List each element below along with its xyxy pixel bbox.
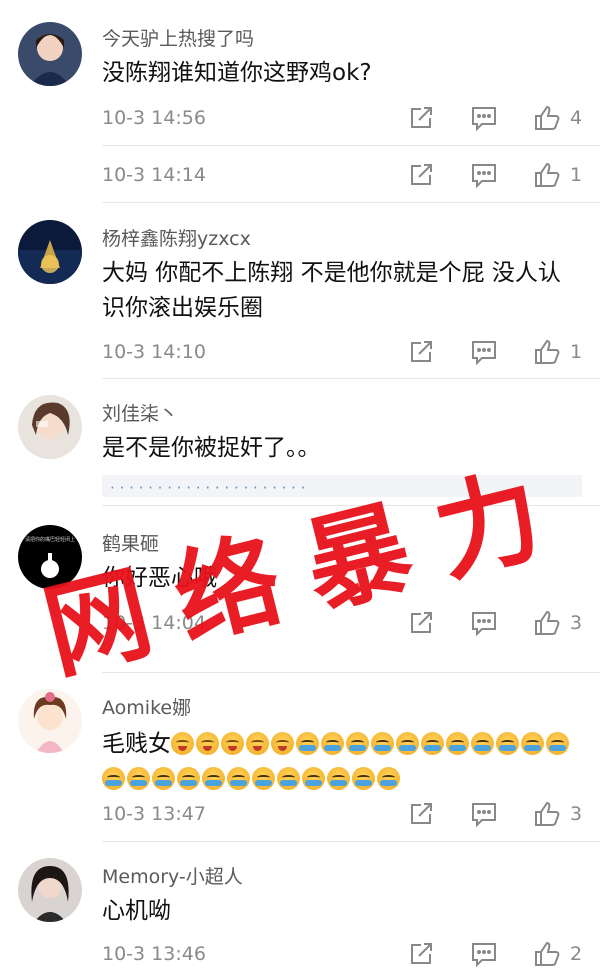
- like-count: 4: [570, 107, 583, 129]
- comment-time: 10-3 14:10: [102, 341, 206, 363]
- reply-icon[interactable]: [470, 161, 498, 189]
- crying-emoji-icon: [421, 732, 444, 755]
- crying-emoji-icon: [396, 732, 419, 755]
- share-icon[interactable]: [407, 800, 435, 828]
- angry-emoji-icon: [221, 732, 244, 755]
- crying-emoji-icon: [177, 767, 200, 790]
- avatar[interactable]: [18, 395, 82, 459]
- thumbs-up-icon[interactable]: [533, 161, 561, 189]
- crying-emoji-icon: [471, 732, 494, 755]
- crying-emoji-icon: [227, 767, 250, 790]
- crying-emoji-icon: [277, 767, 300, 790]
- crying-emoji-icon: [371, 732, 394, 755]
- username[interactable]: 刘佳柒丶: [102, 399, 178, 426]
- crying-emoji-icon: [102, 767, 125, 790]
- angry-emoji-icon: [171, 732, 194, 755]
- crying-emoji-icon: [352, 767, 375, 790]
- share-icon[interactable]: [407, 940, 435, 968]
- crying-emoji-icon: [377, 767, 400, 790]
- username[interactable]: 今天驴上热搜了吗: [102, 24, 254, 51]
- comment-time: 10-3 14:56: [102, 107, 206, 129]
- share-icon[interactable]: [407, 161, 435, 189]
- thumbs-up-icon[interactable]: [533, 338, 561, 366]
- crying-emoji-icon: [302, 767, 325, 790]
- like-count: 2: [570, 943, 583, 965]
- avatar[interactable]: [18, 858, 82, 922]
- crying-emoji-icon: [521, 732, 544, 755]
- share-icon[interactable]: [407, 104, 435, 132]
- comment-time: 10-3 13:47: [102, 803, 206, 825]
- share-icon[interactable]: [407, 338, 435, 366]
- reply-icon[interactable]: [470, 940, 498, 968]
- crying-emoji-icon: [152, 767, 175, 790]
- crying-emoji-icon: [446, 732, 469, 755]
- reply-icon[interactable]: [470, 800, 498, 828]
- like-count: 1: [570, 164, 583, 186]
- angry-emoji-icon: [271, 732, 294, 755]
- thumbs-up-icon[interactable]: [533, 800, 561, 828]
- avatar[interactable]: [18, 22, 82, 86]
- crying-emoji-icon: [346, 732, 369, 755]
- comment-text: 大妈 你配不上陈翔 不是他你就是个屁 没人认识你滚出娱乐圈: [102, 260, 561, 321]
- crying-emoji-icon: [546, 732, 569, 755]
- username[interactable]: 杨梓鑫陈翔yzxcx: [102, 224, 251, 251]
- angry-emoji-icon: [246, 732, 269, 755]
- like-count: 3: [570, 803, 583, 825]
- crying-emoji-icon: [127, 767, 150, 790]
- thumbs-up-icon[interactable]: [533, 940, 561, 968]
- comment-time: 10-3 14:14: [102, 164, 206, 186]
- thumbs-up-icon[interactable]: [533, 104, 561, 132]
- comment-item: 10-3 14:14 1: [0, 146, 600, 203]
- reply-icon[interactable]: [470, 104, 498, 132]
- comment-item: Memory-小超人 心机呦 10-3 13:46 2: [0, 842, 600, 978]
- comment-time: 10-3 13:46: [102, 943, 206, 965]
- crying-emoji-icon: [496, 732, 519, 755]
- comment-text: 心机呦: [102, 898, 171, 924]
- comment-item: 杨梓鑫陈翔yzxcx 大妈 你配不上陈翔 不是他你就是个屁 没人认识你滚出娱乐圈…: [0, 203, 600, 379]
- crying-emoji-icon: [252, 767, 275, 790]
- crying-emoji-icon: [321, 732, 344, 755]
- crying-emoji-icon: [202, 767, 225, 790]
- angry-emoji-icon: [196, 732, 219, 755]
- reply-icon[interactable]: [470, 338, 498, 366]
- comment-item: 今天驴上热搜了吗 没陈翔谁知道你这野鸡ok? 10-3 14:56 4: [0, 0, 600, 146]
- username[interactable]: Memory-小超人: [102, 862, 243, 889]
- comment-text: 没陈翔谁知道你这野鸡ok?: [102, 60, 372, 86]
- avatar[interactable]: [18, 220, 82, 284]
- crying-emoji-icon: [327, 767, 350, 790]
- like-count: 1: [570, 341, 583, 363]
- comment-text: 毛贱女: [102, 727, 576, 797]
- crying-emoji-icon: [296, 732, 319, 755]
